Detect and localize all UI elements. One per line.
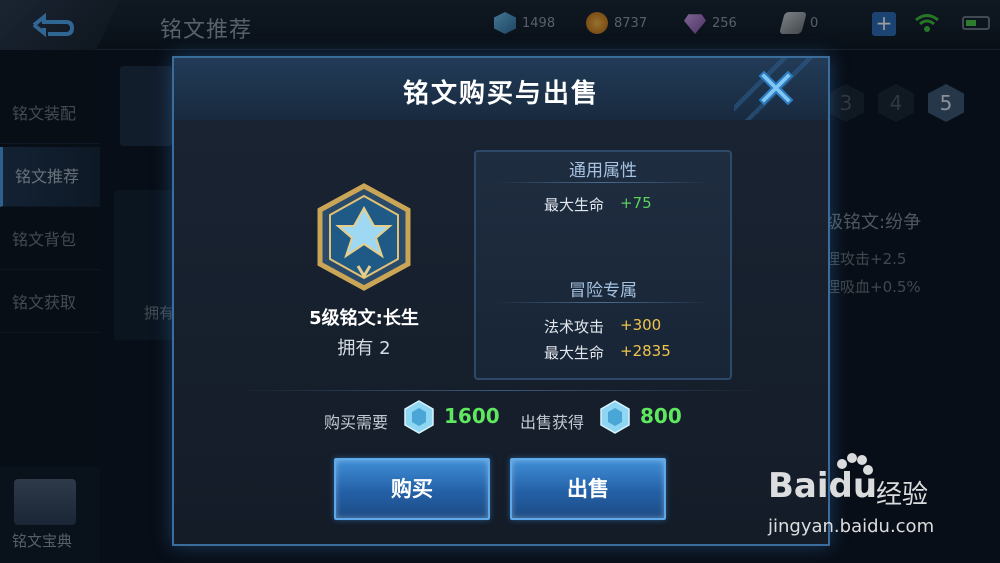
crystal-icon — [404, 400, 434, 434]
rune-owned-count: 拥有 2 — [337, 338, 391, 359]
rune-emblem-icon — [317, 183, 411, 291]
attribute-label: 法术攻击 — [544, 318, 605, 336]
buy-button[interactable]: 购买 — [334, 458, 490, 520]
attribute-value: +2835 — [620, 342, 671, 360]
jingyan-text: 经验 — [876, 480, 929, 510]
attribute-label: 最大生命 — [544, 344, 605, 362]
baidu-jingyan-watermark: Baidu 经验 jingyan.baidu.com — [760, 453, 990, 550]
rune-name: 5级铭文:长生 — [309, 308, 419, 329]
sell-price-label: 出售获得 — [520, 413, 585, 432]
sell-price-value: 800 — [640, 404, 682, 428]
adventure-attribute-row: 最大生命 +2835 — [544, 342, 671, 363]
paw-icon — [837, 453, 873, 475]
adventure-attribute-row: 法术攻击 +300 — [544, 316, 661, 337]
close-button[interactable] — [752, 64, 800, 112]
buy-price-label: 购买需要 — [324, 413, 389, 432]
general-attributes-title: 通用属性 — [569, 161, 637, 181]
divider — [494, 302, 712, 303]
crystal-icon — [600, 400, 630, 434]
attribute-panel: 通用属性 最大生命 +75 冒险专属 法术攻击 +300 最大生命 +2835 — [474, 150, 732, 380]
attribute-label: 最大生命 — [544, 196, 605, 214]
sell-button[interactable]: 出售 — [510, 458, 666, 520]
adventure-attributes-title: 冒险专属 — [569, 281, 637, 301]
attribute-value: +300 — [620, 316, 662, 334]
divider — [494, 182, 712, 183]
buy-sell-dialog: 铭文购买与出售 5级铭文:长生 拥有 2 通用属性 最大生命 +75 冒险专属 … — [172, 56, 830, 546]
dialog-title: 铭文购买与出售 — [402, 79, 599, 109]
watermark-url: jingyan.baidu.com — [768, 516, 935, 537]
attribute-value: +75 — [620, 194, 652, 212]
divider — [234, 390, 768, 391]
buy-price-value: 1600 — [444, 404, 500, 428]
general-attribute-row: 最大生命 +75 — [544, 194, 652, 215]
